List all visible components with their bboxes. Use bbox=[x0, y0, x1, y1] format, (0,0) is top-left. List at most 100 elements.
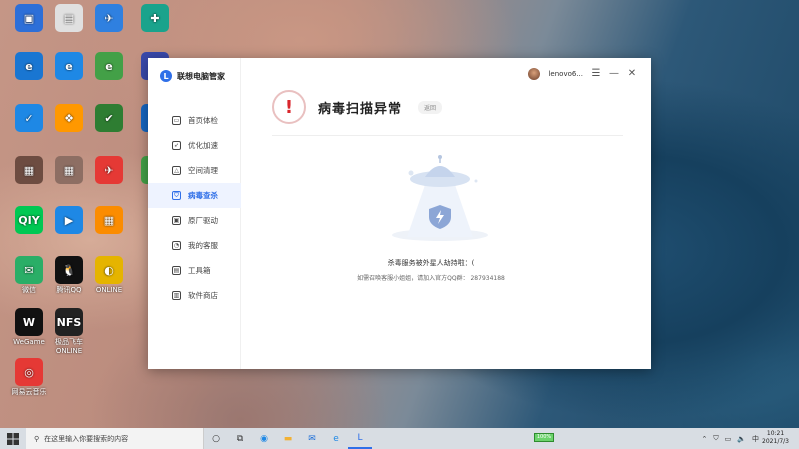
taskbar-search[interactable]: ⚲ 在这里输入你要搜索的内容 bbox=[26, 428, 204, 449]
window-topbar: lenovo6... ☰ — ✕ bbox=[241, 58, 651, 90]
minimize-button[interactable]: — bbox=[609, 69, 619, 79]
app-icon: ▤ bbox=[55, 4, 83, 32]
sidebar-item-label: 软件商店 bbox=[188, 291, 218, 300]
windows-logo-icon bbox=[7, 432, 19, 445]
desktop-icon[interactable]: ▦ bbox=[47, 156, 91, 186]
page-title: 病毒扫描异常 bbox=[318, 101, 403, 117]
error-message: 杀毒服务被外星人劫持啦：( bbox=[387, 259, 475, 267]
browser-e-icon[interactable]: e bbox=[324, 428, 348, 449]
ime-indicator[interactable]: 中 bbox=[752, 434, 759, 444]
sidebar-item-label: 空间清理 bbox=[188, 166, 218, 175]
sidebar-item[interactable]: ➶ 优化加速 bbox=[148, 133, 241, 158]
desktop-icon[interactable]: ✓ bbox=[7, 104, 51, 134]
desktop-icon-label: 网易云音乐 bbox=[11, 388, 47, 396]
sidebar-item[interactable]: ▤ 工具箱 bbox=[148, 258, 241, 283]
app-title: 联想电脑管家 bbox=[177, 71, 225, 81]
desktop-icon[interactable]: ▦ bbox=[7, 156, 51, 186]
nav-icon: ◔ bbox=[172, 241, 181, 250]
menu-icon[interactable]: ☰ bbox=[591, 69, 601, 79]
desktop-icon-label: 腾讯QQ bbox=[56, 286, 82, 294]
sidebar-item[interactable]: ▭ 首页体检 bbox=[148, 108, 241, 133]
desktop-icon[interactable]: ◐ ONLINE bbox=[87, 256, 131, 295]
warning-icon: ! bbox=[272, 90, 306, 124]
mail-icon[interactable]: ✉ bbox=[300, 428, 324, 449]
user-avatar[interactable] bbox=[528, 68, 541, 80]
desktop-icon[interactable]: ▶ bbox=[47, 206, 91, 236]
clock[interactable]: 10:21 2021/7/3 bbox=[762, 430, 789, 446]
lenovo-manager-taskbar-icon[interactable]: L bbox=[348, 428, 372, 449]
chevron-up-icon[interactable]: ⌃ bbox=[702, 435, 708, 443]
desktop-icon[interactable]: ◎ 网易云音乐 bbox=[7, 358, 51, 397]
desktop-icon[interactable]: ✔ bbox=[87, 104, 131, 134]
app-icon: ✔ bbox=[95, 104, 123, 132]
desktop-icon[interactable]: e bbox=[47, 52, 91, 82]
desktop-icon-label: WeGame bbox=[13, 338, 45, 346]
taskbar: ⚲ 在这里输入你要搜索的内容 ○ ⧉ ◉ ▬ ✉ e L 100% ⌃ ⛉ ▭ … bbox=[0, 428, 799, 449]
volume-icon[interactable]: 🔈 bbox=[737, 435, 746, 443]
lenovo-pc-manager-window: L 联想电脑管家 ▭ 首页体检 ➶ 优化加速 △ 空间清理 ⛉ 病毒查杀 ▣ 原厂驱动 ◔ 我的客服 ▤… bbox=[148, 58, 651, 369]
desktop-icon[interactable]: ✉ 微信 bbox=[7, 256, 51, 295]
search-placeholder: 在这里输入你要搜索的内容 bbox=[44, 434, 129, 443]
app-icon: QIY bbox=[15, 206, 43, 234]
app-icon: 🐧 bbox=[55, 256, 83, 284]
sidebar-nav: ▭ 首页体检 ➶ 优化加速 △ 空间清理 ⛉ 病毒查杀 ▣ 原厂驱动 ◔ 我的客服 ▤ 工具箱 ▥ 软件商店 bbox=[148, 108, 241, 308]
start-button[interactable] bbox=[0, 428, 26, 449]
sidebar-item[interactable]: ▥ 软件商店 bbox=[148, 283, 241, 308]
desktop-icon[interactable]: ▤ bbox=[47, 4, 91, 34]
network-icon[interactable]: ▭ bbox=[725, 435, 732, 443]
search-icon: ⚲ bbox=[34, 434, 40, 443]
desktop-icon[interactable]: ▣ bbox=[7, 4, 51, 34]
desktop-icon[interactable]: e bbox=[87, 52, 131, 82]
app-icon: NFS bbox=[55, 308, 83, 336]
sidebar-item-label: 工具箱 bbox=[188, 266, 211, 275]
app-icon: ❖ bbox=[55, 104, 83, 132]
desktop-icon[interactable]: W WeGame bbox=[7, 308, 51, 347]
back-button[interactable]: 返回 bbox=[418, 100, 443, 114]
app-icon: ▦ bbox=[15, 156, 43, 184]
app-icon: ✓ bbox=[15, 104, 43, 132]
app-icon: e bbox=[55, 52, 83, 80]
page-header: ! 病毒扫描异常 返回 bbox=[272, 90, 443, 124]
nav-icon: ▤ bbox=[172, 266, 181, 275]
cortana-icon[interactable]: ○ bbox=[204, 428, 228, 449]
battery-indicator[interactable]: 100% bbox=[534, 433, 554, 442]
clock-date: 2021/7/3 bbox=[762, 438, 789, 445]
sidebar-item-label: 首页体检 bbox=[188, 116, 218, 125]
desktop-icon[interactable]: ✚ bbox=[133, 4, 177, 34]
task-view-icon[interactable]: ⧉ bbox=[228, 428, 252, 449]
sidebar-item-label: 原厂驱动 bbox=[188, 216, 218, 225]
desktop-icon[interactable]: QIY bbox=[7, 206, 51, 236]
desktop-icon[interactable]: e bbox=[7, 52, 51, 82]
app-icon: ▦ bbox=[55, 156, 83, 184]
user-name[interactable]: lenovo6... bbox=[548, 70, 583, 78]
desktop-icon[interactable]: ✈ bbox=[87, 4, 131, 34]
nav-icon: ⛉ bbox=[172, 191, 181, 200]
system-tray: ⌃ ⛉ ▭ 🔈 中 bbox=[702, 428, 759, 449]
desktop-icon[interactable]: ❖ bbox=[47, 104, 91, 134]
nav-icon: ▭ bbox=[172, 116, 181, 125]
edge-icon[interactable]: ◉ bbox=[252, 428, 276, 449]
shield-icon[interactable]: ⛉ bbox=[713, 434, 718, 443]
sidebar-item[interactable]: ▣ 原厂驱动 bbox=[148, 208, 241, 233]
app-icon: ✈ bbox=[95, 4, 123, 32]
file-explorer-icon[interactable]: ▬ bbox=[276, 428, 300, 449]
nav-icon: ➶ bbox=[172, 141, 181, 150]
sidebar-item[interactable]: △ 空间清理 bbox=[148, 158, 241, 183]
desktop-icon-label: 微信 bbox=[22, 286, 36, 294]
desktop-icon[interactable]: NFS 极品飞车 ONLINE bbox=[47, 308, 91, 356]
lenovo-logo-icon: L bbox=[160, 70, 172, 82]
app-icon: ▣ bbox=[15, 4, 43, 32]
close-button[interactable]: ✕ bbox=[627, 69, 637, 79]
app-icon: ▦ bbox=[95, 206, 123, 234]
app-icon: ✈ bbox=[95, 156, 123, 184]
desktop-icon[interactable]: ▦ bbox=[87, 206, 131, 236]
desktop-icon[interactable]: 🐧 腾讯QQ bbox=[47, 256, 91, 295]
sidebar-item[interactable]: ⛉ 病毒查杀 bbox=[148, 183, 241, 208]
desktop-icon-label: ONLINE bbox=[95, 286, 123, 294]
desktop-icon[interactable]: ✈ bbox=[87, 156, 131, 186]
clock-time: 10:21 bbox=[766, 430, 785, 437]
nav-icon: ▣ bbox=[172, 216, 181, 225]
app-icon: e bbox=[95, 52, 123, 80]
sidebar-item[interactable]: ◔ 我的客服 bbox=[148, 233, 241, 258]
sidebar: L 联想电脑管家 ▭ 首页体检 ➶ 优化加速 △ 空间清理 ⛉ 病毒查杀 ▣ 原厂驱动 ◔ 我的客服 ▤… bbox=[148, 58, 241, 369]
